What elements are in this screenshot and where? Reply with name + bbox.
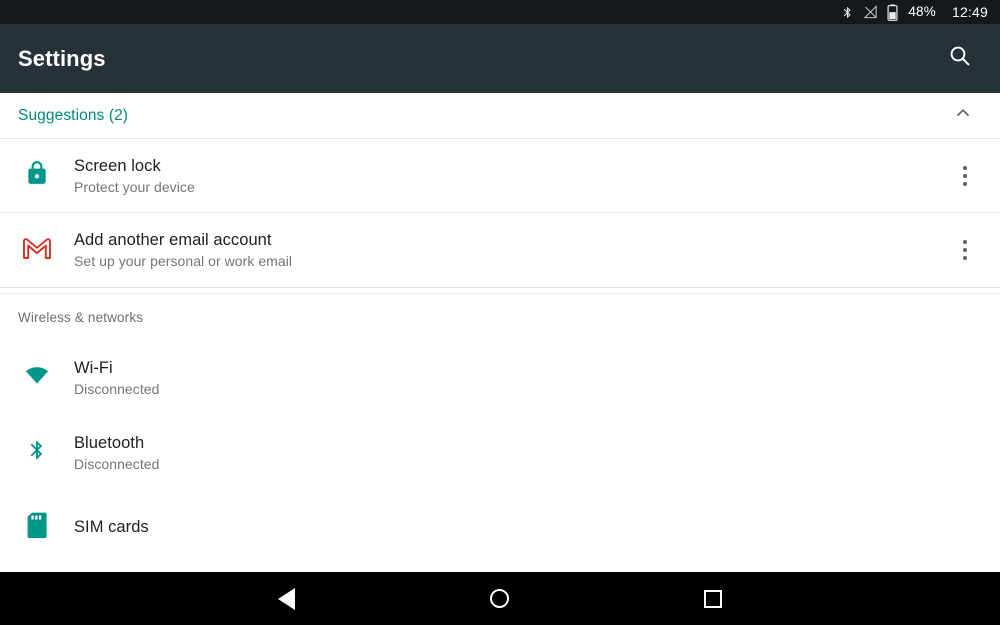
- overflow-dot: [963, 165, 967, 170]
- home-button[interactable]: [470, 577, 530, 621]
- suggestions-title: Suggestions (2): [18, 106, 129, 124]
- section-header-label: Wireless & networks: [18, 309, 144, 325]
- suggestion-subtitle: Set up your personal or work email: [74, 253, 293, 269]
- overflow-dot: [963, 181, 967, 186]
- row-icon-slot: [0, 159, 74, 192]
- battery-percent-label: 48%: [908, 4, 936, 19]
- back-button[interactable]: [257, 577, 317, 621]
- suggestion-title: Screen lock: [74, 156, 161, 175]
- settings-row-title: Bluetooth: [74, 433, 145, 452]
- row-icon-slot: [0, 364, 74, 391]
- row-icon-slot: [0, 436, 74, 469]
- suggestion-row-add-email-account[interactable]: Add another email account Set up your pe…: [0, 213, 1000, 287]
- android-settings-screen: 48% 12:49 Settings Suggestions (2) Scree…: [0, 0, 1000, 625]
- chevron-up-icon: [953, 103, 973, 128]
- row-icon-slot: [0, 512, 74, 544]
- overflow-dot: [963, 248, 967, 252]
- navigation-bar: [0, 572, 1000, 625]
- gmail-icon: [22, 236, 52, 265]
- home-circle-icon: [490, 589, 510, 608]
- row-text-block: SIM cards: [74, 518, 1000, 537]
- overflow-dot: [963, 173, 967, 178]
- page-title: Settings: [18, 45, 106, 71]
- settings-row-title: SIM cards: [74, 518, 149, 536]
- section-header-wireless-networks: Wireless & networks: [0, 294, 1000, 340]
- settings-row-subtitle: Disconnected: [74, 380, 160, 397]
- bluetooth-icon: [841, 4, 854, 21]
- recents-button[interactable]: [683, 577, 743, 621]
- signal-off-icon: [863, 4, 878, 20]
- battery-icon: [887, 3, 898, 21]
- back-triangle-icon: [278, 587, 296, 610]
- bluetooth-icon: [26, 436, 48, 469]
- more-vert-icon[interactable]: [952, 229, 978, 271]
- row-text-block: Wi-Fi Disconnected: [74, 359, 1000, 397]
- row-icon-slot: [0, 236, 74, 265]
- row-text-block: Screen lock Protect your device: [74, 157, 952, 195]
- suggestion-row-screen-lock[interactable]: Screen lock Protect your device: [0, 139, 1000, 213]
- row-text-block: Bluetooth Disconnected: [74, 434, 1000, 472]
- settings-row-sim-cards[interactable]: SIM cards: [0, 490, 1000, 565]
- settings-row-title: Wi-Fi: [74, 358, 113, 377]
- row-text-block: Add another email account Set up your pe…: [74, 231, 952, 269]
- suggestions-collapse-button[interactable]: [948, 101, 978, 131]
- status-bar-icons: 48% 12:49: [841, 0, 988, 24]
- lock-icon: [24, 159, 50, 192]
- search-icon: [948, 44, 972, 73]
- status-bar: 48% 12:49: [0, 0, 1000, 24]
- more-vert-icon[interactable]: [952, 155, 978, 197]
- wifi-icon: [23, 364, 51, 391]
- settings-row-subtitle: Disconnected: [74, 455, 160, 472]
- settings-row-bluetooth[interactable]: Bluetooth Disconnected: [0, 415, 1000, 490]
- suggestions-header[interactable]: Suggestions (2): [0, 93, 1000, 139]
- recents-square-icon: [704, 589, 723, 608]
- overflow-dot: [963, 256, 967, 260]
- status-bar-clock: 12:49: [951, 4, 988, 20]
- settings-row-wifi[interactable]: Wi-Fi Disconnected: [0, 340, 1000, 415]
- suggestion-title: Add another email account: [74, 231, 272, 249]
- section-divider: [0, 287, 1000, 294]
- suggestion-subtitle: Protect your device: [74, 178, 195, 195]
- sim-card-icon: [26, 512, 48, 544]
- search-button[interactable]: [940, 39, 980, 79]
- settings-content: Suggestions (2) Screen lock Protect your…: [0, 93, 1000, 572]
- overflow-dot: [963, 240, 967, 244]
- app-bar: Settings: [0, 24, 1000, 93]
